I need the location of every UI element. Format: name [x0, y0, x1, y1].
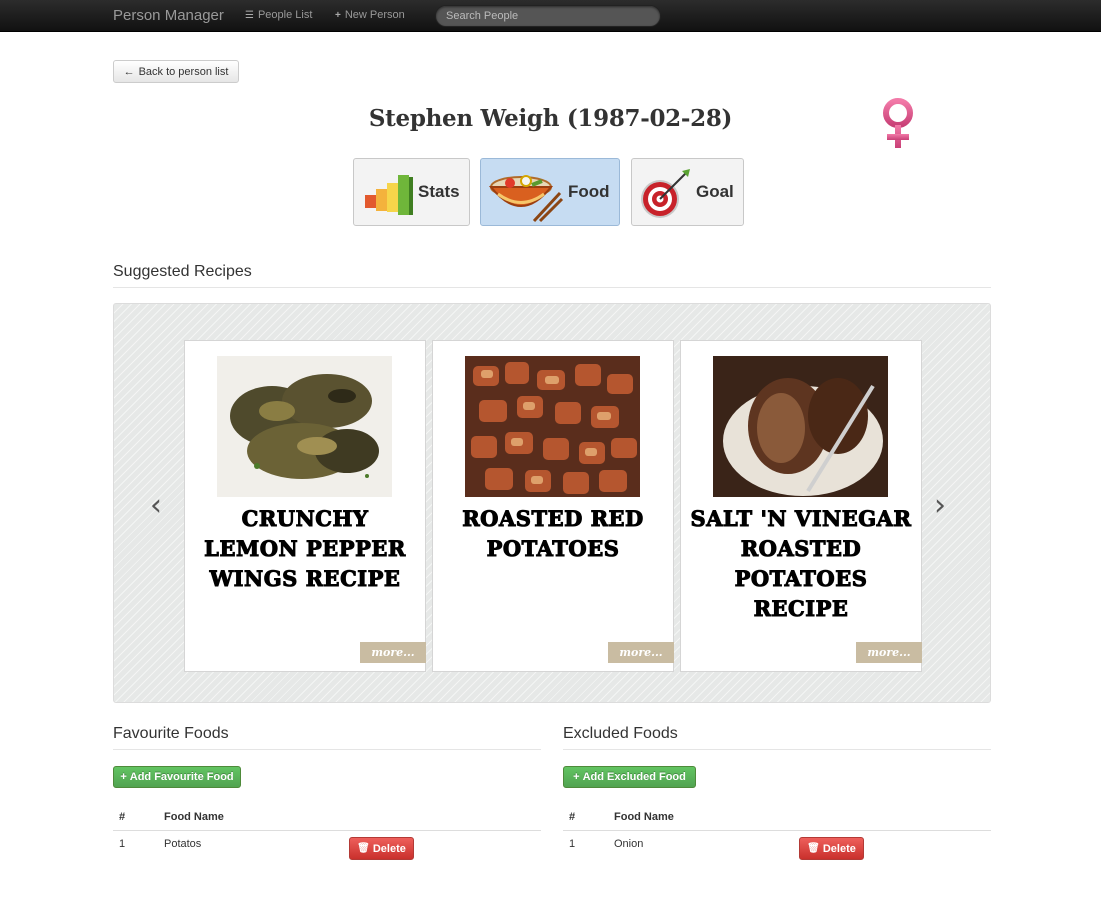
recipe-card[interactable]: Roasted Red Potatoes more... — [432, 340, 674, 672]
more-button[interactable]: more... — [360, 642, 426, 663]
tab-food-label: Food — [568, 182, 610, 201]
chevron-right-icon[interactable]: › — [934, 488, 946, 523]
back-button-label: Back to person list — [138, 65, 229, 78]
excluded-foods-heading: Excluded Foods — [563, 725, 678, 742]
row-number: 1 — [119, 838, 126, 850]
delete-label: Delete — [822, 842, 856, 855]
tab-food[interactable]: Food — [480, 158, 620, 226]
tab-goal-label: Goal — [696, 182, 734, 201]
suggested-recipes-heading: Suggested Recipes — [113, 263, 252, 280]
nav-new-person-label: New Person — [344, 9, 405, 21]
recipe-card[interactable]: Salt 'N Vinegar Roasted Potatoes Recipe … — [680, 340, 922, 672]
food-name: Onion — [614, 838, 644, 850]
plus-icon: + — [335, 9, 341, 21]
chevron-left-icon[interactable]: ‹ — [150, 488, 162, 523]
nav-people-list-label: People List — [257, 9, 313, 21]
recipe-image — [465, 356, 640, 497]
page-title: Stephen Weigh (1987-02-28) — [368, 105, 733, 132]
column-header-food-name: Food Name — [614, 811, 674, 823]
nav-new-person[interactable]: + New Person — [335, 9, 405, 21]
add-favourite-food-label: Add Favourite Food — [129, 771, 234, 783]
search-input[interactable]: Search People — [435, 5, 661, 27]
target-icon — [641, 169, 690, 218]
food-name: Potatos — [164, 838, 202, 850]
more-button[interactable]: more... — [856, 642, 922, 663]
divider — [113, 749, 541, 750]
column-header-food-name: Food Name — [164, 811, 224, 823]
brand[interactable]: Person Manager — [113, 7, 224, 24]
back-button[interactable]: ← Back to person list — [113, 60, 239, 83]
navbar: Person Manager ☰ People List + New Perso… — [0, 0, 1101, 32]
table-divider — [113, 830, 541, 831]
row-number: 1 — [569, 838, 576, 850]
delete-button[interactable]: 🗑 Delete — [799, 837, 864, 860]
trash-icon: 🗑 — [357, 843, 370, 854]
female-symbol-icon — [883, 98, 913, 148]
recipe-image — [217, 356, 392, 497]
trash-icon: 🗑 — [807, 843, 820, 854]
recipe-title: Roasted Red Potatoes — [462, 506, 644, 562]
recipe-title: Crunchy Lemon Pepper Wings Recipe — [204, 506, 406, 592]
divider — [563, 749, 991, 750]
recipe-image — [713, 356, 888, 497]
list-icon: ☰ — [245, 9, 254, 21]
more-button[interactable]: more... — [608, 642, 674, 663]
bar-chart-icon — [365, 175, 413, 215]
noodle-bowl-icon — [488, 175, 564, 223]
table-divider — [563, 830, 991, 831]
add-excluded-food-label: Add Excluded Food — [582, 771, 686, 783]
add-excluded-food-button[interactable]: + Add Excluded Food — [563, 766, 696, 788]
column-header-number: # — [119, 811, 126, 823]
tab-stats-label: Stats — [418, 182, 460, 201]
tab-goal[interactable]: Goal — [631, 158, 744, 226]
add-favourite-food-button[interactable]: + Add Favourite Food — [113, 766, 241, 788]
favourite-foods-heading: Favourite Foods — [113, 725, 229, 742]
plus-icon: + — [573, 771, 580, 783]
delete-button[interactable]: 🗑 Delete — [349, 837, 414, 860]
recipe-title: Salt 'N Vinegar Roasted Potatoes Recipe — [690, 506, 912, 622]
divider — [113, 287, 991, 288]
nav-people-list[interactable]: ☰ People List — [245, 9, 312, 21]
plus-icon: + — [120, 771, 127, 783]
column-header-number: # — [569, 811, 576, 823]
arrow-left-icon: ← — [123, 65, 135, 78]
recipe-card[interactable]: Crunchy Lemon Pepper Wings Recipe more..… — [184, 340, 426, 672]
delete-label: Delete — [372, 842, 406, 855]
tab-stats[interactable]: Stats — [353, 158, 470, 226]
